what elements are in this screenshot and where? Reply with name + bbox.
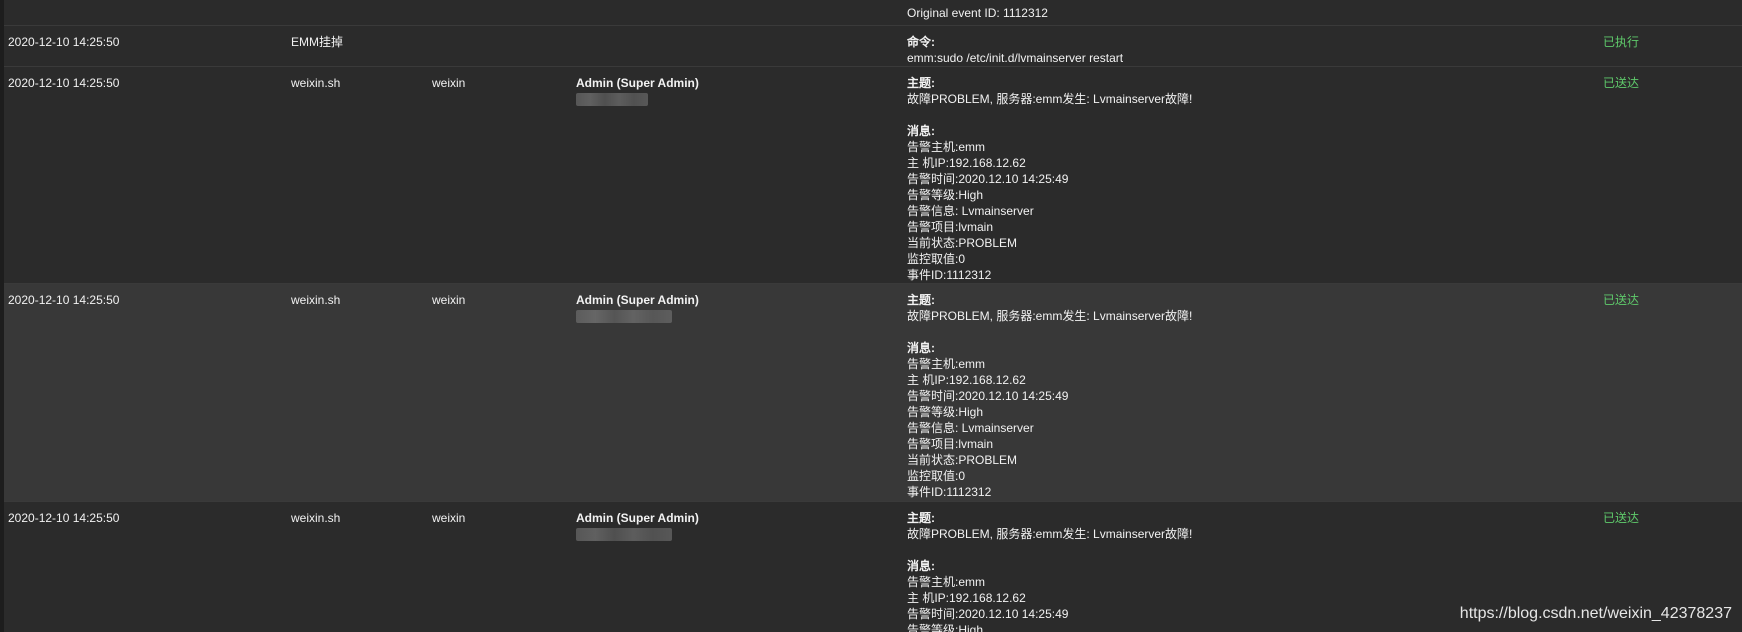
command-label: 命令: [907, 35, 935, 49]
method-cell: weixin [432, 511, 466, 525]
table-row: 2020-12-10 14:25:50 weixin.sh weixin Adm… [4, 67, 1742, 284]
table-row: 2020-12-10 14:25:50 weixin.sh weixin Adm… [4, 284, 1742, 502]
recipient-name: Admin (Super Admin) [576, 511, 699, 525]
message-line: 告警信息: Lvmainserver [907, 421, 1034, 435]
message-line: 监控取值:0 [907, 252, 966, 266]
message-label: 消息: [907, 124, 935, 138]
redacted-block [576, 310, 672, 323]
type-cell: weixin.sh [291, 293, 341, 307]
watermark-url: https://blog.csdn.net/weixin_42378237 [1459, 605, 1732, 622]
message-line: 告警时间:2020.12.10 14:25:49 [907, 607, 1069, 621]
time-cell: 2020-12-10 14:25:50 [8, 76, 120, 90]
message-line: 告警项目:lvmain [907, 437, 994, 451]
message-label: 消息: [907, 341, 935, 355]
recipient-cell: Admin (Super Admin) [576, 75, 699, 106]
time-cell: 2020-12-10 14:25:50 [8, 293, 120, 307]
message-line: 主 机IP:192.168.12.62 [907, 156, 1026, 170]
command-text: emm:sudo /etc/init.d/lvmainserver restar… [907, 51, 1124, 65]
message-cell: 主题: 故障PROBLEM, 服务器:emm发生: Lvmainserver故障… [907, 510, 1192, 632]
recipient-name: Admin (Super Admin) [576, 293, 699, 307]
method-cell: weixin [432, 293, 466, 307]
type-cell: weixin.sh [291, 511, 341, 525]
message-line: 告警主机:emm [907, 140, 986, 154]
message-line: 事件ID:1112312 [907, 268, 992, 282]
subject-text: 故障PROBLEM, 服务器:emm发生: Lvmainserver故障! [907, 309, 1193, 323]
message-line: 告警信息: Lvmainserver [907, 204, 1034, 218]
subject-text: 故障PROBLEM, 服务器:emm发生: Lvmainserver故障! [907, 92, 1193, 106]
message-line: 当前状态:PROBLEM [907, 453, 1018, 467]
message-line: 告警等级:High [907, 405, 984, 419]
message-cell: 命令: emm:sudo /etc/init.d/lvmainserver re… [907, 34, 1123, 66]
status-cell: 已执行 [1603, 35, 1640, 49]
message-line: 告警等级:High [907, 188, 984, 202]
subject-text: 故障PROBLEM, 服务器:emm发生: Lvmainserver故障! [907, 527, 1193, 541]
status-cell: 已送达 [1603, 293, 1640, 307]
message-line: 告警主机:emm [907, 575, 986, 589]
table-row: 2020-12-10 14:25:50 EMM挂掉 命令: emm:sudo /… [4, 26, 1742, 67]
recipient-cell: Admin (Super Admin) [576, 510, 699, 541]
table-row: Original event ID: 1112312 [4, 0, 1742, 26]
message-line: 当前状态:PROBLEM [907, 236, 1018, 250]
message-cell: 主题: 故障PROBLEM, 服务器:emm发生: Lvmainserver故障… [907, 75, 1192, 283]
status-cell: 已送达 [1603, 511, 1640, 525]
message-label: 消息: [907, 559, 935, 573]
subject-label: 主题: [907, 293, 935, 307]
message-line: 主 机IP:192.168.12.62 [907, 373, 1026, 387]
message-line: 主 机IP:192.168.12.62 [907, 591, 1026, 605]
type-cell: weixin.sh [291, 76, 341, 90]
type-cell: EMM挂掉 [291, 35, 343, 49]
recipient-cell: Admin (Super Admin) [576, 292, 699, 323]
message-cell: 主题: 故障PROBLEM, 服务器:emm发生: Lvmainserver故障… [907, 292, 1192, 500]
status-cell: 已送达 [1603, 76, 1640, 90]
message-line: 监控取值:0 [907, 469, 966, 483]
recipient-name: Admin (Super Admin) [576, 76, 699, 90]
method-cell: weixin [432, 76, 466, 90]
message-line: Original event ID: 1112312 [907, 6, 1048, 20]
message-line: 告警等级:High [907, 623, 984, 632]
message-line: 事件ID:1112312 [907, 485, 992, 499]
redacted-block [576, 93, 648, 106]
message-cell: Original event ID: 1112312 [907, 5, 1048, 21]
message-line: 告警项目:lvmain [907, 220, 994, 234]
time-cell: 2020-12-10 14:25:50 [8, 35, 120, 49]
time-cell: 2020-12-10 14:25:50 [8, 511, 120, 525]
message-line: 告警主机:emm [907, 357, 986, 371]
subject-label: 主题: [907, 76, 935, 90]
message-line: 告警时间:2020.12.10 14:25:49 [907, 389, 1069, 403]
message-line: 告警时间:2020.12.10 14:25:49 [907, 172, 1069, 186]
subject-label: 主题: [907, 511, 935, 525]
redacted-block [576, 528, 672, 541]
